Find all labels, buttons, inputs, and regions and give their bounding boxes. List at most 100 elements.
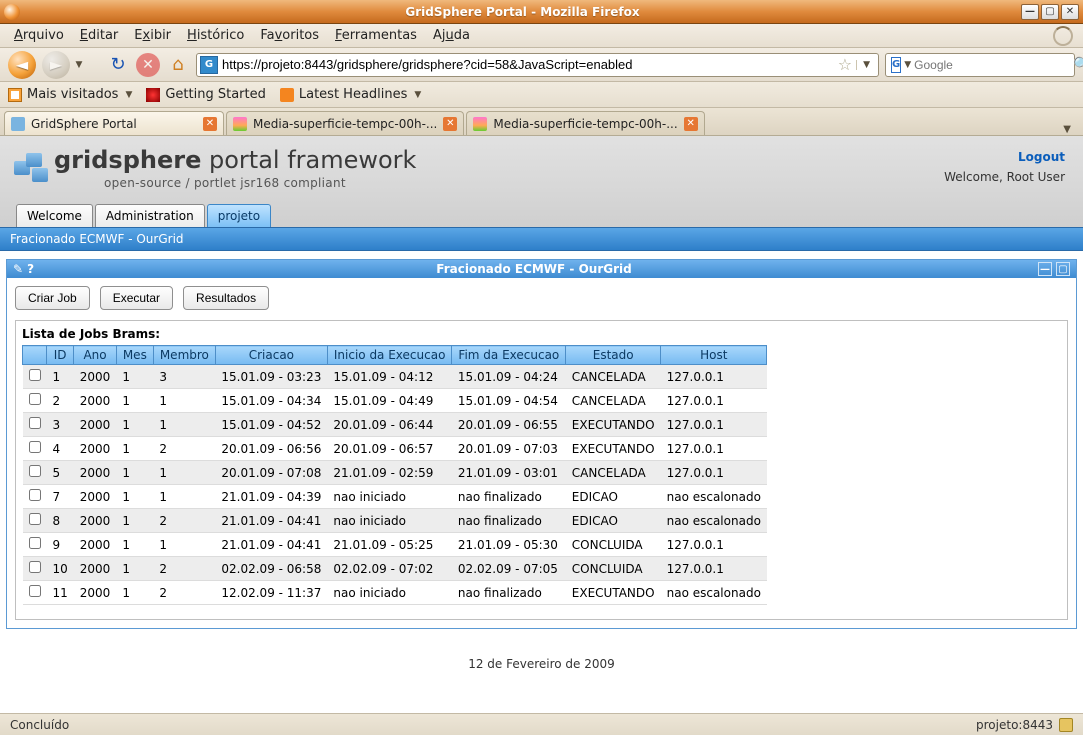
- tab-gridsphere[interactable]: GridSphere Portal ✕: [4, 111, 224, 135]
- table-cell: 1: [116, 461, 153, 485]
- back-button[interactable]: ◄: [8, 51, 36, 79]
- tab-close-icon[interactable]: ✕: [203, 117, 217, 131]
- search-input[interactable]: [914, 58, 1069, 72]
- menu-arquivo[interactable]: Arquivo: [6, 26, 72, 45]
- row-checkbox[interactable]: [29, 417, 41, 429]
- menu-favoritos[interactable]: Favoritos: [252, 26, 327, 45]
- tabs-overflow-dropdown[interactable]: ▼: [1055, 124, 1079, 135]
- table-header[interactable]: ID: [47, 346, 74, 365]
- row-checkbox[interactable]: [29, 537, 41, 549]
- stop-button[interactable]: ✕: [136, 53, 160, 77]
- tab-welcome[interactable]: Welcome: [16, 204, 93, 227]
- jobs-table: IDAnoMesMembroCriacaoInicio da ExecucaoF…: [22, 345, 767, 605]
- table-cell: 1: [153, 413, 215, 437]
- row-checkbox[interactable]: [29, 465, 41, 477]
- most-visited[interactable]: Mais visitados ▼: [8, 87, 132, 102]
- url-input[interactable]: [222, 57, 834, 72]
- edit-icon[interactable]: ✎: [13, 262, 23, 276]
- maximize-portlet-icon[interactable]: ▢: [1056, 262, 1070, 276]
- row-checkbox[interactable]: [29, 441, 41, 453]
- home-button[interactable]: ⌂: [166, 53, 190, 77]
- gridsphere-header: gridsphere portal framework open-source …: [0, 136, 1083, 227]
- welcome-text: Welcome, Root User: [944, 170, 1065, 184]
- menu-exibir[interactable]: Exibir: [126, 26, 179, 45]
- table-header[interactable]: Host: [661, 346, 767, 365]
- table-row: 220001115.01.09 - 04:3415.01.09 - 04:491…: [23, 389, 767, 413]
- latest-headlines[interactable]: Latest Headlines ▼: [280, 87, 421, 102]
- table-cell: 20.01.09 - 06:44: [327, 413, 452, 437]
- footer-date: 12 de Fevereiro de 2009: [0, 637, 1083, 683]
- getting-started[interactable]: Getting Started: [146, 87, 266, 102]
- table-cell: [23, 509, 47, 533]
- logo-title-bold: gridsphere: [54, 146, 201, 174]
- maximize-button[interactable]: ▢: [1041, 4, 1059, 20]
- portlet-title: Fracionado ECMWF - OurGrid: [34, 262, 1034, 276]
- table-cell: 2000: [74, 461, 117, 485]
- table-cell: 21.01.09 - 05:25: [327, 533, 452, 557]
- table-row: 320001115.01.09 - 04:5220.01.09 - 06:442…: [23, 413, 767, 437]
- menu-editar[interactable]: Editar: [72, 26, 127, 45]
- row-checkbox[interactable]: [29, 393, 41, 405]
- table-cell: 127.0.0.1: [661, 533, 767, 557]
- row-checkbox[interactable]: [29, 561, 41, 573]
- table-header[interactable]: [23, 346, 47, 365]
- site-identity-icon[interactable]: G: [200, 56, 218, 74]
- menu-ferramentas[interactable]: Ferramentas: [327, 26, 425, 45]
- bookmark-star-icon[interactable]: ☆: [834, 55, 856, 74]
- minimize-button[interactable]: —: [1021, 4, 1039, 20]
- list-title: Lista de Jobs Brams:: [22, 327, 1061, 341]
- engine-dropdown[interactable]: ▼: [904, 60, 914, 70]
- help-icon[interactable]: ?: [27, 262, 34, 276]
- table-cell: [23, 461, 47, 485]
- menu-historico[interactable]: Histórico: [179, 26, 252, 45]
- table-cell: 1: [116, 533, 153, 557]
- table-row: 920001121.01.09 - 04:4121.01.09 - 05:252…: [23, 533, 767, 557]
- row-checkbox[interactable]: [29, 585, 41, 597]
- tab-administration[interactable]: Administration: [95, 204, 205, 227]
- url-bar[interactable]: G ☆ ▼: [196, 53, 879, 77]
- row-checkbox[interactable]: [29, 369, 41, 381]
- table-cell: 2000: [74, 557, 117, 581]
- table-header[interactable]: Criacao: [215, 346, 327, 365]
- reload-button[interactable]: ↻: [106, 53, 130, 77]
- row-checkbox[interactable]: [29, 513, 41, 525]
- bookmark-label: Mais visitados: [27, 87, 118, 102]
- history-dropdown[interactable]: ▼: [74, 60, 84, 70]
- logout-link[interactable]: Logout: [1018, 150, 1065, 164]
- tab-label: Media-superficie-tempc-00h-...: [493, 117, 677, 131]
- table-cell: 15.01.09 - 04:54: [452, 389, 566, 413]
- table-header[interactable]: Estado: [566, 346, 661, 365]
- tab-label: Media-superficie-tempc-00h-...: [253, 117, 437, 131]
- tab-projeto[interactable]: projeto: [207, 204, 271, 227]
- table-cell: nao iniciado: [327, 485, 452, 509]
- table-cell: 127.0.0.1: [661, 557, 767, 581]
- menu-ajuda[interactable]: Ajuda: [425, 26, 478, 45]
- tab-media-1[interactable]: Media-superficie-tempc-00h-... ✕: [226, 111, 464, 135]
- tab-close-icon[interactable]: ✕: [684, 117, 698, 131]
- table-header[interactable]: Ano: [74, 346, 117, 365]
- gridsphere-logo: gridsphere portal framework open-source …: [14, 146, 1069, 190]
- tab-close-icon[interactable]: ✕: [443, 117, 457, 131]
- table-header[interactable]: Mes: [116, 346, 153, 365]
- close-window-button[interactable]: ✕: [1061, 4, 1079, 20]
- criar-job-button[interactable]: Criar Job: [15, 286, 90, 310]
- url-dropdown[interactable]: ▼: [856, 60, 876, 70]
- tab-favicon: [11, 117, 25, 131]
- tab-media-2[interactable]: Media-superficie-tempc-00h-... ✕: [466, 111, 704, 135]
- breadcrumb-text[interactable]: Fracionado ECMWF - OurGrid: [10, 232, 184, 246]
- search-engine-icon[interactable]: G: [891, 57, 901, 73]
- executar-button[interactable]: Executar: [100, 286, 173, 310]
- page-content: gridsphere portal framework open-source …: [0, 136, 1083, 713]
- resultados-button[interactable]: Resultados: [183, 286, 269, 310]
- minimize-portlet-icon[interactable]: —: [1038, 262, 1052, 276]
- search-bar[interactable]: G ▼ 🔍: [885, 53, 1075, 77]
- search-go-icon[interactable]: 🔍: [1069, 57, 1083, 73]
- tab-favicon: [473, 117, 487, 131]
- forward-button[interactable]: ►: [42, 51, 70, 79]
- row-checkbox[interactable]: [29, 489, 41, 501]
- table-header[interactable]: Inicio da Execucao: [327, 346, 452, 365]
- table-cell: 2: [153, 581, 215, 605]
- bookmark-label: Getting Started: [165, 87, 266, 102]
- table-header[interactable]: Membro: [153, 346, 215, 365]
- table-header[interactable]: Fim da Execucao: [452, 346, 566, 365]
